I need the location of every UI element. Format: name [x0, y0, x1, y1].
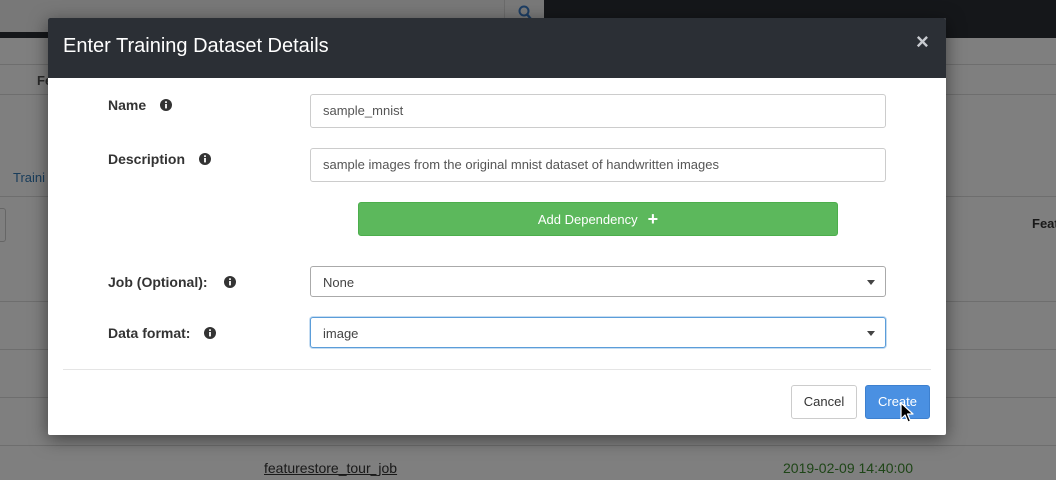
mouse-cursor-icon	[900, 402, 914, 423]
modal-title: Enter Training Dataset Details	[63, 35, 329, 57]
job-label: Job (Optional):	[108, 274, 208, 290]
create-button[interactable]: Create	[865, 385, 930, 419]
job-select[interactable]: None	[310, 266, 886, 297]
info-icon[interactable]	[224, 276, 236, 288]
data-format-select[interactable]: image	[310, 317, 886, 348]
info-icon[interactable]	[160, 99, 172, 111]
name-input[interactable]: sample_mnist	[310, 94, 886, 128]
job-selected-value: None	[323, 275, 355, 290]
caret-down-icon	[867, 280, 875, 285]
modal-header: Enter Training Dataset Details ×	[48, 18, 946, 78]
description-input[interactable]: sample images from the original mnist da…	[310, 148, 886, 182]
cancel-button[interactable]: Cancel	[791, 385, 857, 419]
caret-down-icon	[867, 331, 875, 336]
name-label: Name	[108, 97, 147, 113]
data-format-selected-value: image	[323, 326, 359, 341]
plus-icon: +	[647, 209, 659, 229]
modal-footer-divider	[63, 369, 931, 370]
data-format-label: Data format:	[108, 325, 191, 341]
add-dependency-label: Add Dependency	[537, 212, 638, 227]
training-dataset-modal: Enter Training Dataset Details × Name sa…	[48, 18, 946, 435]
info-icon[interactable]	[199, 153, 211, 165]
close-icon[interactable]: ×	[916, 29, 929, 55]
add-dependency-button[interactable]: Add Dependency +	[358, 202, 838, 236]
description-label: Description	[108, 151, 186, 167]
info-icon[interactable]	[204, 327, 216, 339]
